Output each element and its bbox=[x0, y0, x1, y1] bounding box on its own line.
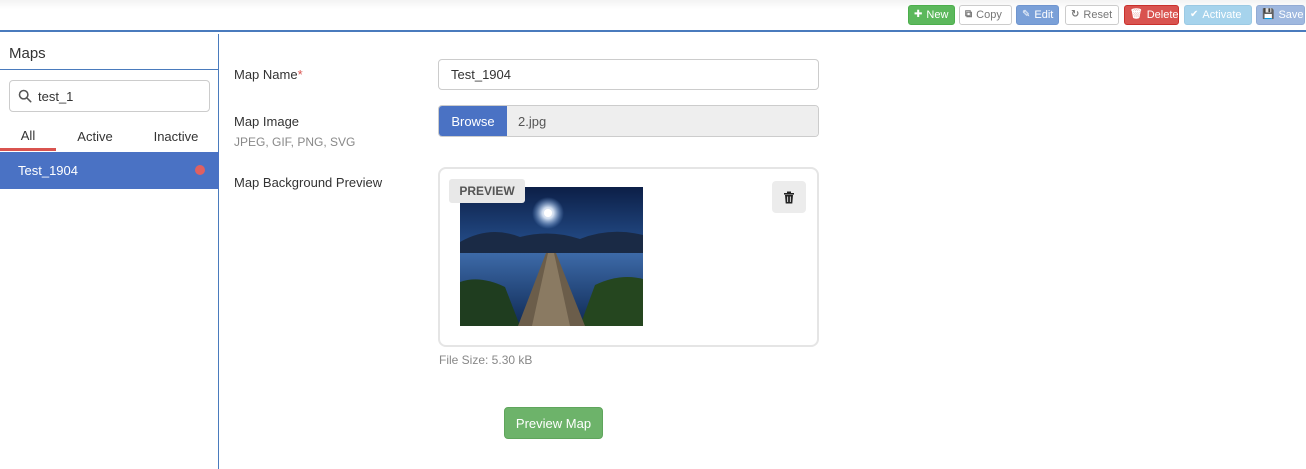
floppy-icon: 💾 bbox=[1262, 9, 1275, 20]
preview-box: PREVIEW bbox=[438, 167, 819, 347]
save-button[interactable]: 💾 Save bbox=[1256, 5, 1305, 25]
sidebar: Maps All Active Inactive Test_1904 bbox=[0, 34, 219, 469]
edit-button[interactable]: ✎ Edit bbox=[1016, 5, 1059, 25]
search-icon bbox=[18, 89, 32, 103]
file-input-group: Browse 2.jpg bbox=[438, 105, 819, 137]
plus-icon: ✚ bbox=[914, 9, 923, 20]
trash-icon: 🗑 bbox=[1130, 9, 1143, 20]
map-image-label: Map Image bbox=[234, 114, 300, 129]
sidebar-title: Maps bbox=[9, 45, 46, 62]
activate-label: Activate bbox=[1202, 8, 1242, 21]
remove-image-button[interactable] bbox=[772, 181, 806, 213]
trash-icon bbox=[784, 191, 794, 203]
toolbar: ✚ New ⧉ Copy ✎ Edit ↻ Reset 🗑 Delete ✔ A… bbox=[0, 0, 1306, 32]
map-image-hint: JPEG, GIF, PNG, SVG bbox=[234, 135, 356, 149]
copy-icon: ⧉ bbox=[965, 9, 973, 20]
new-button[interactable]: ✚ New bbox=[908, 5, 955, 25]
check-icon: ✔ bbox=[1190, 9, 1199, 20]
filter-tabs: All Active Inactive bbox=[0, 122, 219, 152]
edit-label: Edit bbox=[1034, 8, 1054, 21]
file-name-field[interactable]: 2.jpg bbox=[507, 106, 818, 136]
browse-button[interactable]: Browse bbox=[439, 106, 507, 136]
reset-button[interactable]: ↻ Reset bbox=[1065, 5, 1119, 25]
tab-inactive[interactable]: Inactive bbox=[140, 122, 212, 151]
map-name-input[interactable] bbox=[438, 59, 819, 90]
refresh-icon: ↻ bbox=[1071, 9, 1080, 20]
divider bbox=[0, 69, 219, 70]
search-box[interactable] bbox=[9, 80, 210, 112]
pencil-icon: ✎ bbox=[1022, 9, 1031, 20]
copy-label: Copy bbox=[976, 8, 1002, 21]
new-label: New bbox=[926, 8, 949, 21]
tab-active[interactable]: Active bbox=[60, 122, 130, 151]
map-name-label: Map Name* bbox=[234, 67, 303, 82]
preview-tag: PREVIEW bbox=[449, 179, 525, 203]
preview-image bbox=[460, 187, 643, 326]
activate-button[interactable]: ✔ Activate bbox=[1184, 5, 1252, 25]
status-indicator bbox=[195, 165, 205, 175]
bg-preview-label: Map Background Preview bbox=[234, 175, 383, 190]
save-label: Save bbox=[1278, 8, 1304, 21]
copy-button[interactable]: ⧉ Copy bbox=[959, 5, 1012, 25]
tab-all[interactable]: All bbox=[0, 122, 56, 151]
reset-label: Reset bbox=[1083, 8, 1113, 21]
delete-button[interactable]: 🗑 Delete bbox=[1124, 5, 1179, 25]
preview-map-button[interactable]: Preview Map bbox=[504, 407, 603, 439]
list-item-test-1904[interactable]: Test_1904 bbox=[0, 152, 219, 189]
required-mark: * bbox=[297, 67, 303, 82]
search-input[interactable] bbox=[38, 88, 198, 104]
delete-label: Delete bbox=[1146, 8, 1179, 21]
map-name-label-text: Map Name bbox=[234, 67, 298, 82]
list-item-label: Test_1904 bbox=[18, 163, 78, 178]
file-size: File Size: 5.30 kB bbox=[439, 353, 533, 367]
